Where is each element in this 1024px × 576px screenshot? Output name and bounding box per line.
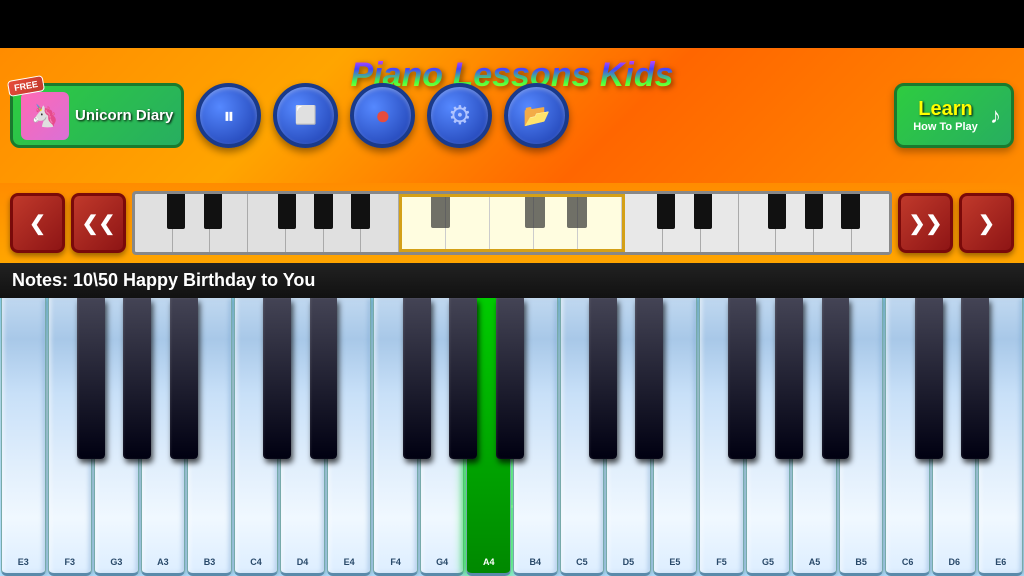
black-key-c4sharp[interactable] bbox=[263, 298, 291, 459]
black-key-g4sharp[interactable] bbox=[449, 298, 477, 459]
app-header: FREE 🦄 Unicorn Diary ⏸ ⬜ ● ⚙ 📂 Piano Les… bbox=[0, 48, 1024, 183]
settings-button[interactable]: ⚙ bbox=[427, 83, 492, 148]
black-key-d4sharp[interactable] bbox=[310, 298, 338, 459]
key-label-e5: E5 bbox=[669, 557, 680, 567]
key-label-c4: C4 bbox=[250, 557, 262, 567]
black-key-d5sharp[interactable] bbox=[635, 298, 663, 459]
key-label-d4: D4 bbox=[297, 557, 309, 567]
folder-icon: 📂 bbox=[523, 103, 550, 129]
key-label-b4: B4 bbox=[530, 557, 542, 567]
piano-key-e3[interactable]: E3 bbox=[1, 298, 46, 576]
key-label-f5: F5 bbox=[716, 557, 727, 567]
next-single-button[interactable]: ❯ bbox=[959, 193, 1014, 253]
key-label-d6: D6 bbox=[948, 557, 960, 567]
key-label-f3: F3 bbox=[65, 557, 76, 567]
black-key-g3sharp[interactable] bbox=[123, 298, 151, 459]
black-key-a3sharp[interactable] bbox=[170, 298, 198, 459]
unicorn-diary-button[interactable]: FREE 🦄 Unicorn Diary bbox=[10, 83, 184, 148]
piano-keyboard-area: E3 F3 G3 A3 B3 C4 D4 E4 F4 G4 A4 B4 C5 D5 E5 F5 G5 A5 B5 C6… bbox=[0, 298, 1024, 576]
folder-button[interactable]: 📂 bbox=[504, 83, 569, 148]
piano-preview bbox=[132, 191, 892, 255]
key-label-c6: C6 bbox=[902, 557, 914, 567]
black-key-c6sharp[interactable] bbox=[915, 298, 943, 459]
black-key-f3sharp[interactable] bbox=[77, 298, 105, 459]
notes-text: Notes: 10\50 Happy Birthday to You bbox=[12, 270, 315, 291]
key-label-b5: B5 bbox=[855, 557, 867, 567]
learn-text: Learn How To Play bbox=[907, 98, 984, 133]
pause-icon: ⏸ bbox=[223, 103, 234, 129]
key-label-a3: A3 bbox=[157, 557, 169, 567]
black-key-g5sharp[interactable] bbox=[775, 298, 803, 459]
key-label-e4: E4 bbox=[344, 557, 355, 567]
top-black-bar bbox=[0, 0, 1024, 48]
key-label-d5: D5 bbox=[623, 557, 635, 567]
next-double-icon: ❯❯ bbox=[909, 211, 943, 236]
key-label-b3: B3 bbox=[204, 557, 216, 567]
unicorn-diary-label: Unicorn Diary bbox=[75, 107, 173, 125]
unicorn-icon: 🦄 bbox=[21, 92, 69, 140]
black-key-d6sharp[interactable] bbox=[961, 298, 989, 459]
next-double-button[interactable]: ❯❯ bbox=[898, 193, 953, 253]
prev-double-icon: ❮❮ bbox=[82, 211, 116, 236]
record-icon: ● bbox=[375, 100, 391, 131]
black-key-a5sharp[interactable] bbox=[822, 298, 850, 459]
piano-navigation: ❮ ❮❮ bbox=[0, 183, 1024, 263]
music-note-icon: ♪ bbox=[990, 103, 1001, 129]
key-label-e3: E3 bbox=[18, 557, 29, 567]
prev-single-icon: ❮ bbox=[29, 211, 46, 236]
black-key-f5sharp[interactable] bbox=[728, 298, 756, 459]
next-single-icon: ❯ bbox=[978, 211, 995, 236]
key-label-g5: G5 bbox=[762, 557, 774, 567]
black-key-a4sharp[interactable] bbox=[496, 298, 524, 459]
prev-double-button[interactable]: ❮❮ bbox=[71, 193, 126, 253]
black-key-c5sharp[interactable] bbox=[589, 298, 617, 459]
black-key-f4sharp[interactable] bbox=[403, 298, 431, 459]
stop-button[interactable]: ⬜ bbox=[273, 83, 338, 148]
key-label-f4: F4 bbox=[390, 557, 401, 567]
learn-button[interactable]: Learn How To Play ♪ bbox=[894, 83, 1014, 148]
settings-icon: ⚙ bbox=[448, 100, 471, 131]
key-label-g3: G3 bbox=[110, 557, 122, 567]
key-label-e6: E6 bbox=[995, 557, 1006, 567]
stop-icon: ⬜ bbox=[295, 105, 317, 126]
pause-button[interactable]: ⏸ bbox=[196, 83, 261, 148]
key-label-g4: G4 bbox=[436, 557, 448, 567]
key-label-c5: C5 bbox=[576, 557, 588, 567]
notes-status-bar: Notes: 10\50 Happy Birthday to You bbox=[0, 263, 1024, 298]
key-label-a4: A4 bbox=[483, 557, 495, 567]
record-button[interactable]: ● bbox=[350, 83, 415, 148]
prev-single-button[interactable]: ❮ bbox=[10, 193, 65, 253]
key-label-a5: A5 bbox=[809, 557, 821, 567]
